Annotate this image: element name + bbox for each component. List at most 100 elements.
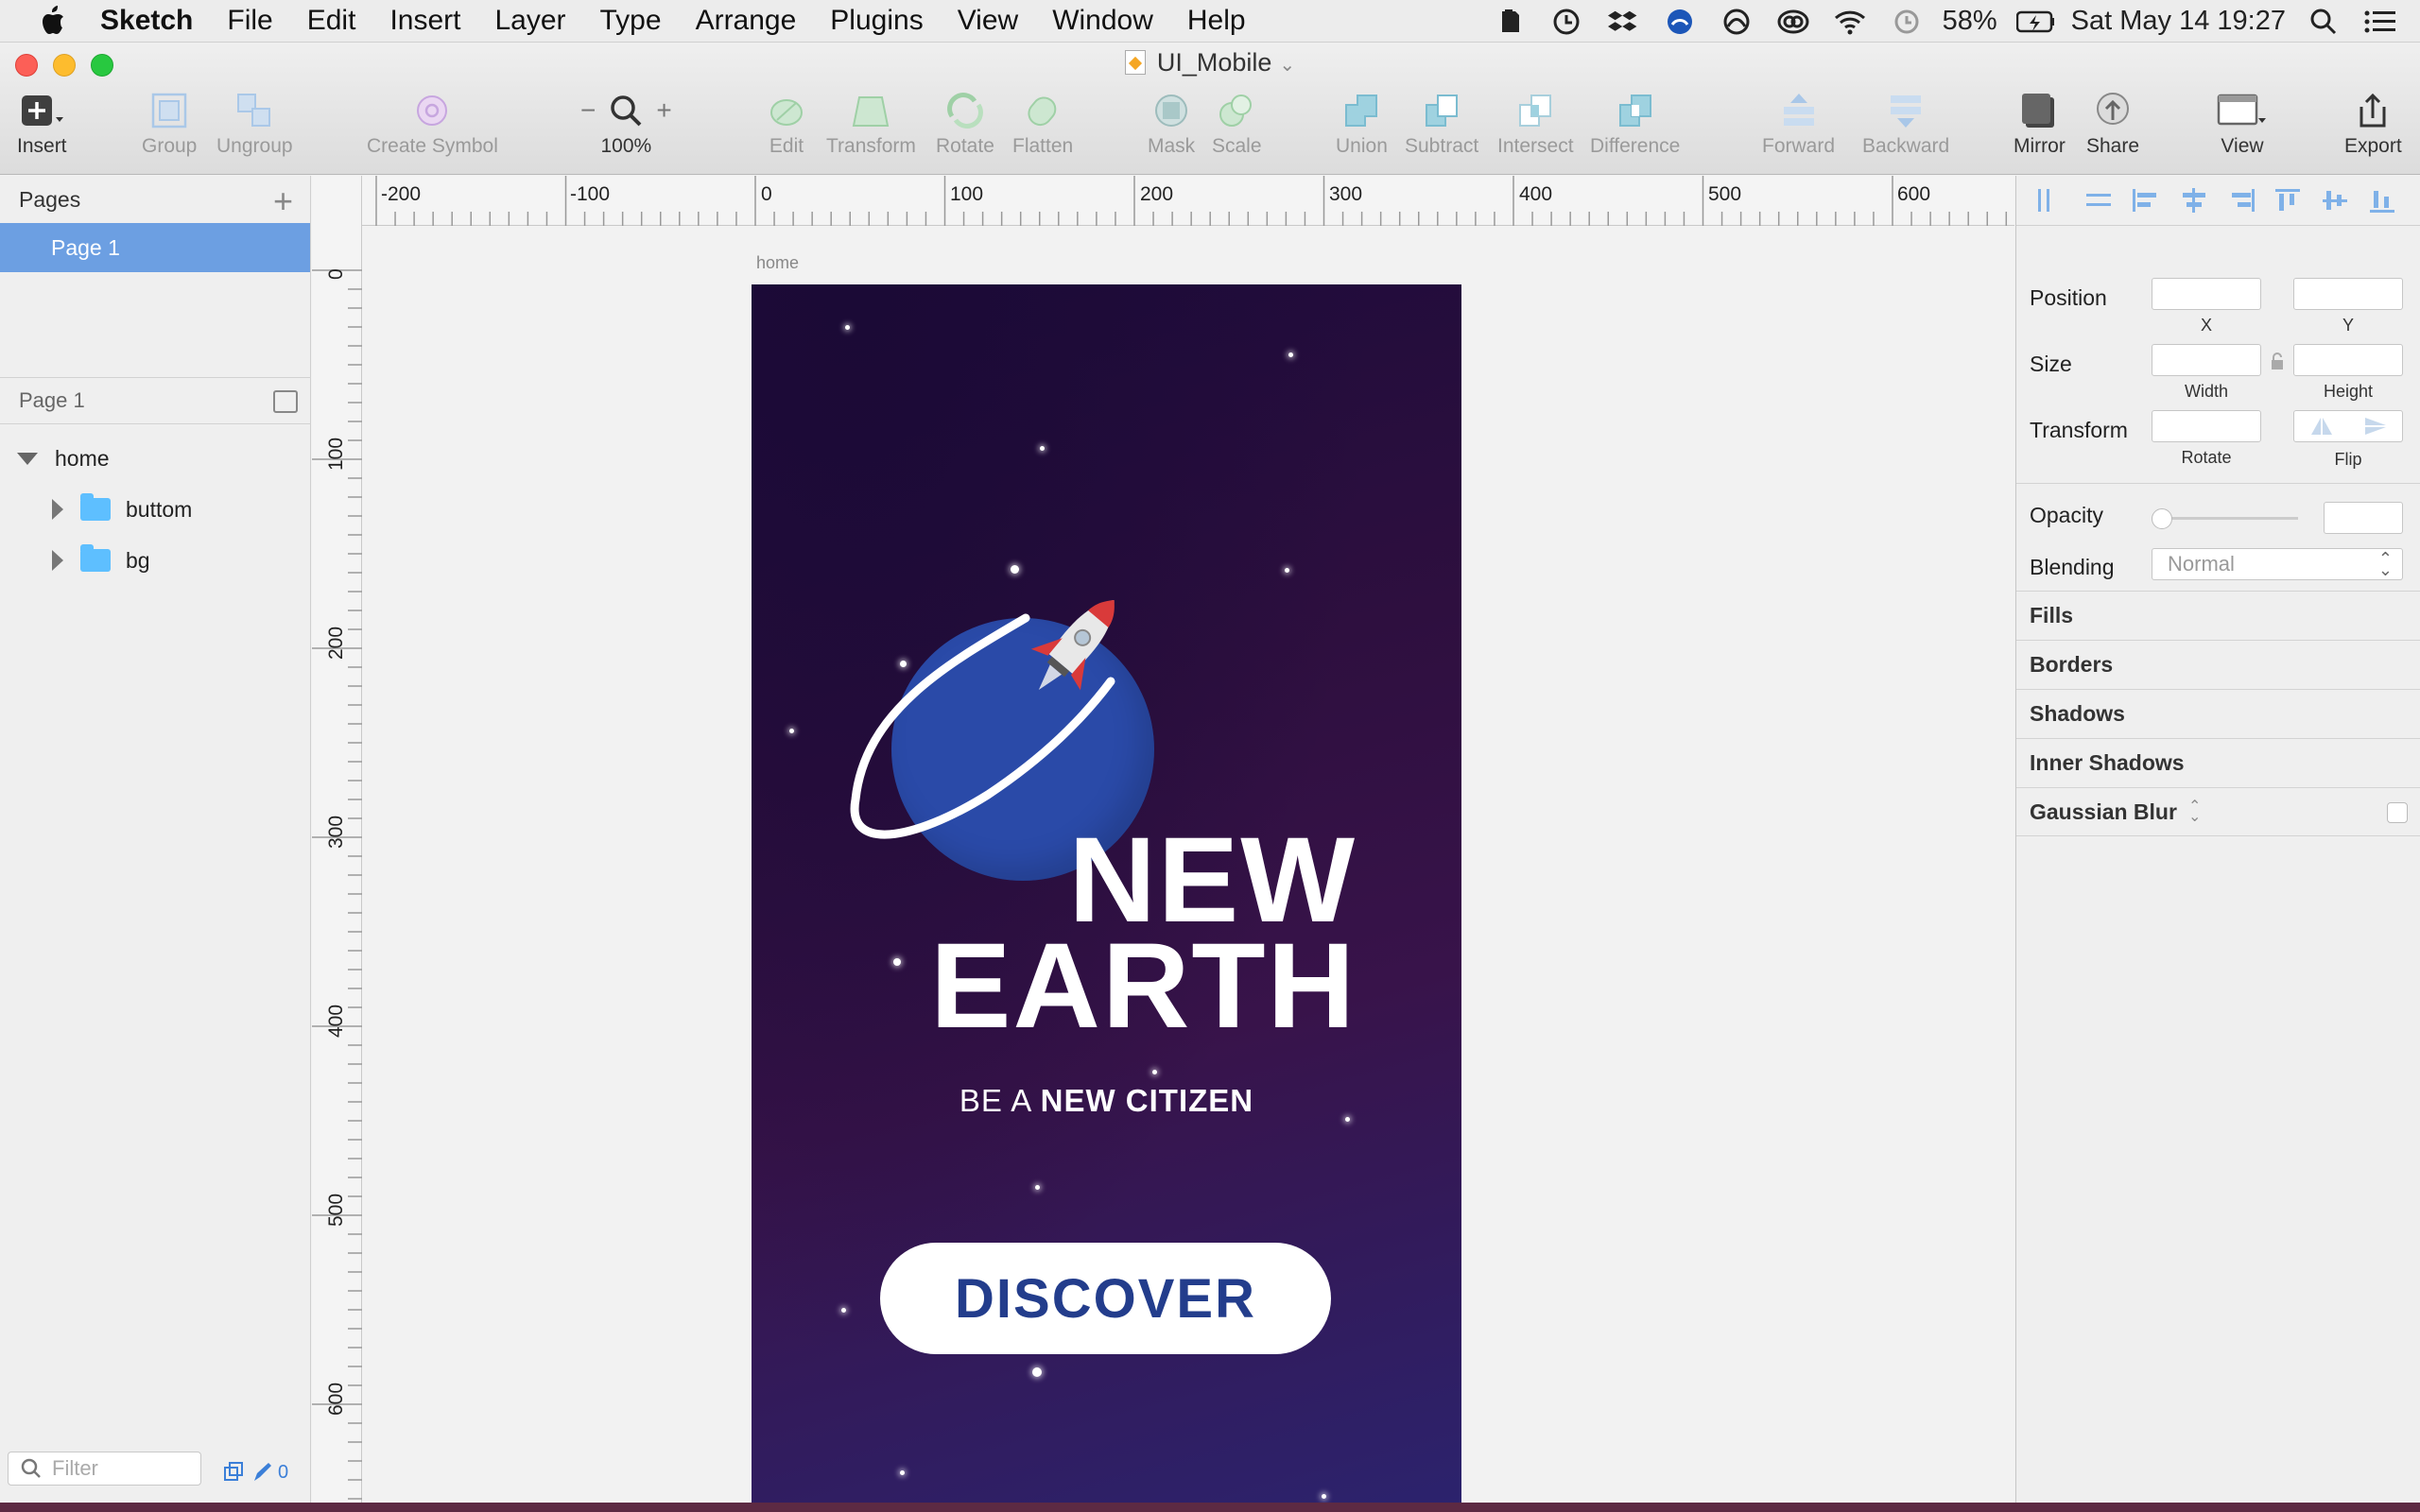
- height-field[interactable]: [2293, 344, 2403, 376]
- menu-view[interactable]: View: [958, 5, 1018, 37]
- opacity-field[interactable]: [2324, 502, 2403, 534]
- disclosure-closed-icon[interactable]: [52, 550, 63, 571]
- opacity-slider-thumb[interactable]: [2152, 508, 2172, 529]
- mask-button[interactable]: Mask: [1148, 90, 1195, 158]
- rotate-field[interactable]: [2152, 410, 2261, 442]
- select-arrows-icon[interactable]: ⌃ ⌄: [2188, 799, 2201, 825]
- forward-button[interactable]: Forward: [1762, 90, 1835, 158]
- time-machine-icon[interactable]: [1888, 6, 1926, 38]
- shadows-section[interactable]: Shadows: [2016, 689, 2420, 738]
- align-top-icon[interactable]: [2272, 186, 2306, 215]
- wifi-icon[interactable]: [1831, 6, 1869, 38]
- menu-layer[interactable]: Layer: [494, 5, 565, 37]
- filter-input[interactable]: Filter: [8, 1452, 201, 1486]
- subtract-button[interactable]: Subtract: [1405, 90, 1478, 158]
- zoom-control[interactable]: − + 100%: [580, 90, 672, 158]
- view-button[interactable]: View: [2217, 90, 2268, 158]
- tagline[interactable]: BE A NEW CITIZEN: [752, 1083, 1461, 1119]
- menu-arrange[interactable]: Arrange: [696, 5, 797, 37]
- gaussian-blur-section[interactable]: Gaussian Blur ⌃ ⌄: [2016, 787, 2420, 836]
- add-page-icon[interactable]: +: [273, 181, 293, 221]
- inner-shadows-section[interactable]: Inner Shadows: [2016, 738, 2420, 787]
- flip-control[interactable]: [2293, 410, 2403, 442]
- blending-select[interactable]: Normal ⌃ ⌄: [2152, 548, 2403, 580]
- backward-button[interactable]: Backward: [1862, 90, 1949, 158]
- notification-center-icon[interactable]: [2361, 6, 2399, 38]
- menu-file[interactable]: File: [227, 5, 272, 37]
- align-center-horizontal-icon[interactable]: [2177, 186, 2211, 215]
- borders-section[interactable]: Borders: [2016, 640, 2420, 689]
- layer-row-buttom[interactable]: buttom: [0, 484, 311, 535]
- dropbox-icon[interactable]: [1604, 6, 1642, 38]
- layer-row-bg[interactable]: bg: [0, 535, 311, 586]
- ungroup-button[interactable]: Ungroup: [216, 90, 293, 158]
- menu-sketch[interactable]: Sketch: [100, 5, 193, 37]
- transform-button[interactable]: Transform: [826, 90, 916, 158]
- menu-help[interactable]: Help: [1187, 5, 1246, 37]
- filter-options[interactable]: 0: [223, 1461, 288, 1484]
- fills-section[interactable]: Fills: [2016, 591, 2420, 640]
- horizontal-ruler[interactable]: -200 -100 0 100 200 300 400 500 600: [312, 176, 2014, 226]
- zoom-in-icon[interactable]: +: [656, 95, 671, 126]
- disclosure-closed-icon[interactable]: [52, 499, 63, 520]
- page-item-page-1[interactable]: Page 1: [0, 223, 310, 272]
- position-y-field[interactable]: [2293, 278, 2403, 310]
- cloud-app-icon[interactable]: [1661, 6, 1699, 38]
- headline-line-2: EARTH: [930, 919, 1357, 1054]
- scale-button[interactable]: Scale: [1212, 90, 1262, 158]
- union-button[interactable]: Union: [1336, 90, 1388, 158]
- sync-icon[interactable]: [1718, 6, 1755, 38]
- difference-button[interactable]: Difference: [1590, 90, 1680, 158]
- artboard-label[interactable]: home: [756, 253, 799, 273]
- layer-row-home[interactable]: home: [0, 433, 311, 484]
- clock-text[interactable]: Sat May 14 19:27: [2071, 6, 2286, 37]
- intersect-button[interactable]: Intersect: [1497, 90, 1574, 158]
- share-button[interactable]: Share: [2086, 90, 2139, 158]
- zoom-out-icon[interactable]: −: [580, 95, 596, 126]
- shadows-title: Shadows: [2030, 701, 2125, 726]
- document-name[interactable]: UI_Mobile: [1157, 48, 1272, 77]
- clock-app-icon[interactable]: [1547, 6, 1585, 38]
- width-field[interactable]: [2152, 344, 2261, 376]
- disclosure-open-icon[interactable]: [17, 452, 38, 465]
- menu-window[interactable]: Window: [1052, 5, 1153, 37]
- symbol-icon: [413, 90, 451, 131]
- align-bottom-icon[interactable]: [2366, 186, 2400, 215]
- distribute-vertical-icon[interactable]: [2083, 186, 2117, 215]
- headline[interactable]: NEW EARTH: [752, 820, 1357, 1054]
- align-right-icon[interactable]: [2224, 186, 2258, 215]
- apple-icon[interactable]: [38, 4, 70, 38]
- spotlight-search-icon[interactable]: [2305, 6, 2342, 38]
- gaussian-blur-checkbox[interactable]: [2387, 802, 2408, 823]
- flatten-button[interactable]: Flatten: [1012, 90, 1073, 158]
- distribute-horizontal-icon[interactable]: [2035, 186, 2069, 215]
- intersect-label: Intersect: [1497, 135, 1574, 157]
- rotate-button[interactable]: Rotate: [936, 90, 994, 158]
- position-x-field[interactable]: [2152, 278, 2261, 310]
- canvas[interactable]: -200 -100 0 100 200 300 400 500 600 0 10…: [312, 176, 2014, 1503]
- edit-button[interactable]: Edit: [768, 90, 805, 158]
- chevron-down-icon[interactable]: ⌄: [1279, 55, 1295, 76]
- group-button[interactable]: Group: [142, 90, 197, 158]
- lock-icon[interactable]: [2270, 352, 2285, 375]
- discover-button[interactable]: DISCOVER: [880, 1243, 1331, 1354]
- mirror-button[interactable]: Mirror: [2014, 90, 2066, 158]
- artboard-home[interactable]: NEW EARTH BE A NEW CITIZEN DISCOVER: [752, 284, 1461, 1503]
- creative-cloud-icon[interactable]: [1774, 6, 1812, 38]
- vertical-ruler[interactable]: 0 100 200 300 400 500 600: [312, 176, 362, 1503]
- blending-label: Blending: [2030, 555, 2115, 579]
- evernote-icon[interactable]: [1491, 6, 1529, 38]
- create-symbol-button[interactable]: Create Symbol: [367, 90, 498, 158]
- menu-type[interactable]: Type: [600, 5, 662, 37]
- menu-edit[interactable]: Edit: [307, 5, 356, 37]
- collapse-layers-icon[interactable]: [273, 390, 298, 413]
- layers-header[interactable]: Page 1: [0, 377, 311, 424]
- menu-insert[interactable]: Insert: [389, 5, 460, 37]
- battery-icon[interactable]: [2015, 6, 2054, 38]
- insert-button[interactable]: Insert: [17, 90, 67, 158]
- export-button[interactable]: Export: [2344, 90, 2402, 158]
- align-middle-vertical-icon[interactable]: [2319, 186, 2353, 215]
- align-left-icon[interactable]: [2130, 186, 2164, 215]
- opacity-slider-track[interactable]: [2156, 517, 2298, 520]
- menu-plugins[interactable]: Plugins: [830, 5, 923, 37]
